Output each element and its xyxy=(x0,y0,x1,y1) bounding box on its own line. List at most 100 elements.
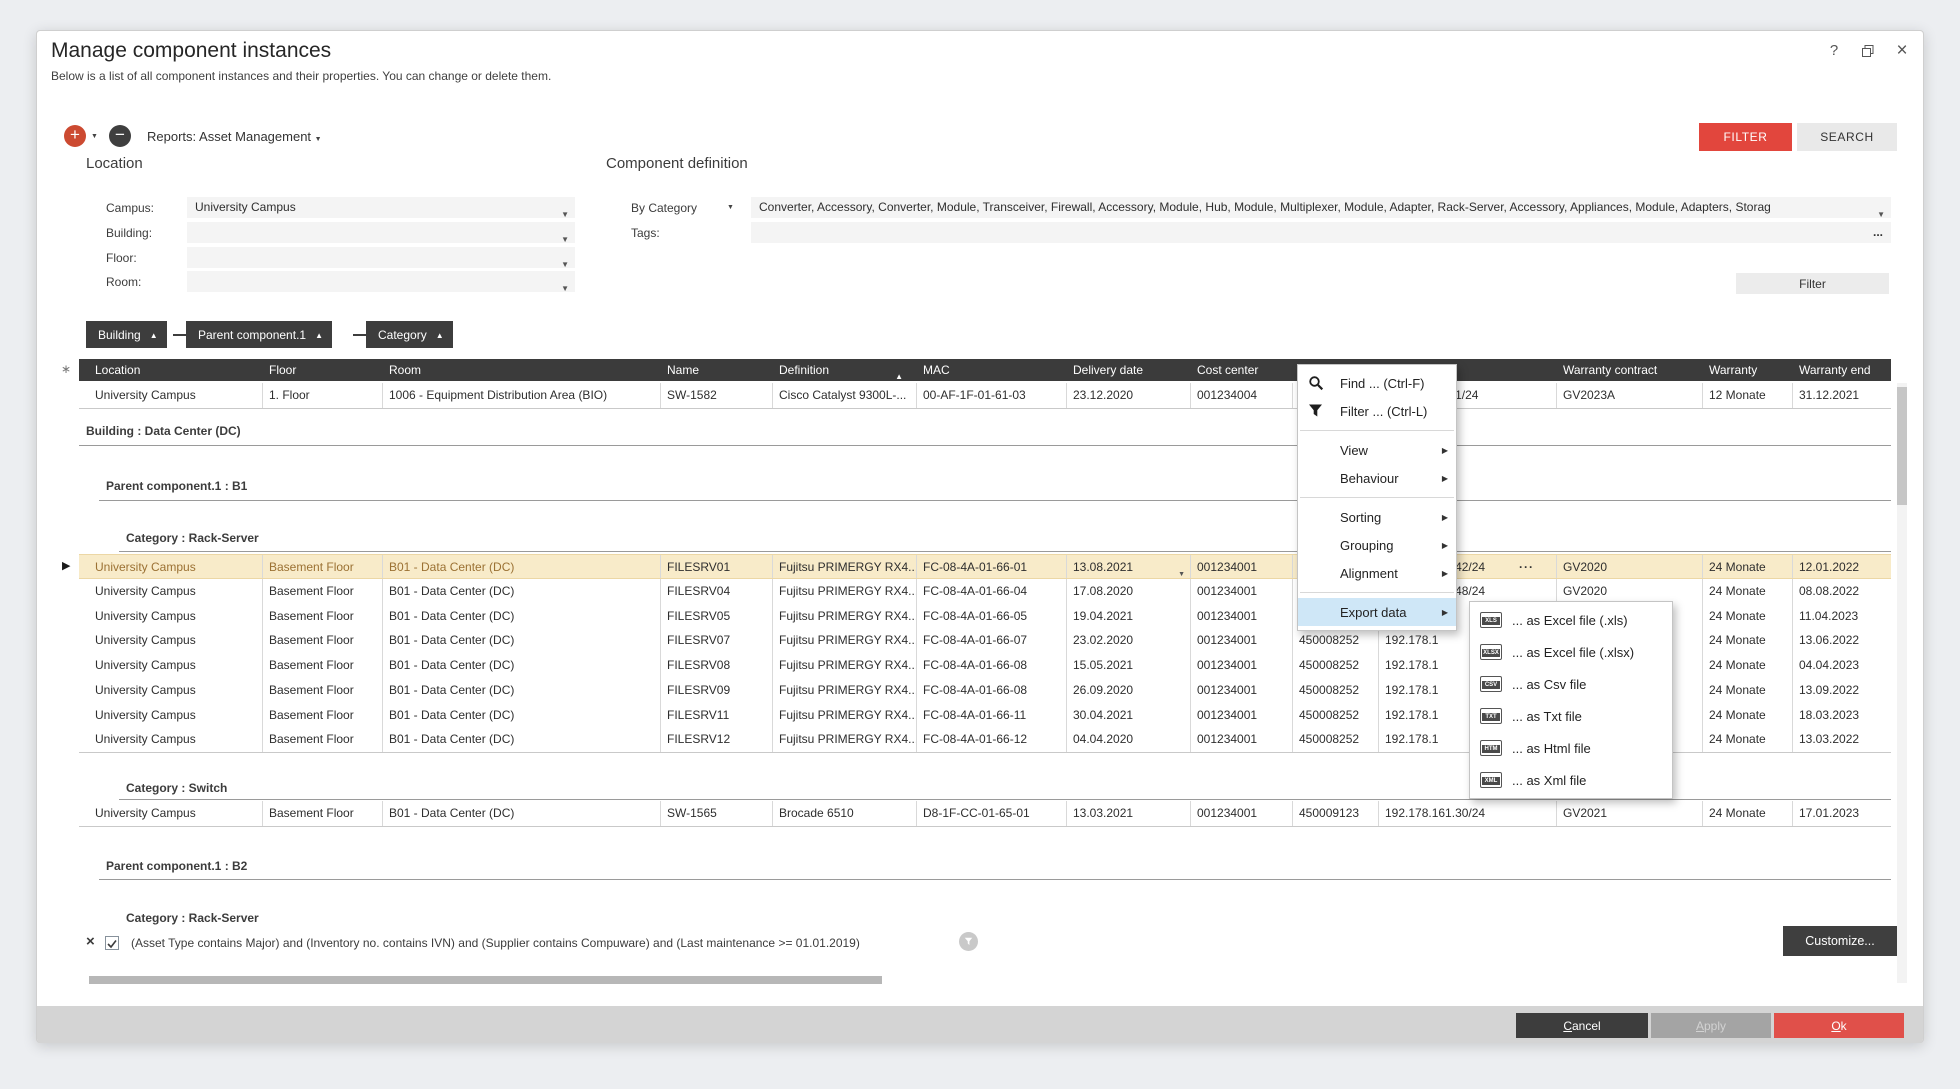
table-cell[interactable]: SW-1565 xyxy=(661,801,773,826)
column-header-location[interactable]: Location xyxy=(89,359,263,381)
table-cell[interactable]: University Campus xyxy=(89,628,263,653)
table-cell[interactable]: FC-08-4A-01-66-07 xyxy=(917,628,1067,653)
table-cell[interactable]: D8-1F-CC-01-65-01 xyxy=(917,801,1067,826)
table-cell[interactable]: 26.09.2020 xyxy=(1067,678,1191,703)
context-menu-item-find-ctrl-f[interactable]: Find ... (Ctrl-F) xyxy=(1298,369,1456,397)
context-menu-item-sorting[interactable]: Sorting▶ xyxy=(1298,503,1456,531)
table-cell[interactable]: Brocade 6510 xyxy=(773,801,917,826)
table-cell[interactable]: 17.08.2020 xyxy=(1067,579,1191,604)
table-cell[interactable]: FILESRV12 xyxy=(661,727,773,752)
table-cell[interactable]: 24 Monate xyxy=(1703,678,1793,703)
column-header-floor[interactable]: Floor xyxy=(263,359,383,381)
table-cell[interactable]: 24 Monate xyxy=(1703,579,1793,604)
table-cell[interactable]: Fujitsu PRIMERGY RX4... xyxy=(773,555,917,578)
table-cell[interactable]: Basement Floor xyxy=(263,678,383,703)
table-cell[interactable]: SW-1582 xyxy=(661,383,773,408)
table-cell[interactable]: Basement Floor xyxy=(263,579,383,604)
table-row[interactable]: University CampusBasement FloorB01 - Dat… xyxy=(79,554,1891,579)
table-cell[interactable]: University Campus xyxy=(89,653,263,678)
table-cell[interactable]: FC-08-4A-01-66-08 xyxy=(917,678,1067,703)
table-cell[interactable]: 13.06.2022 xyxy=(1793,628,1891,653)
table-cell[interactable]: B01 - Data Center (DC) xyxy=(383,703,661,728)
export-menu-item-xml[interactable]: XML... as Xml file xyxy=(1470,764,1672,796)
table-cell[interactable]: University Campus xyxy=(89,678,263,703)
context-menu-item-behaviour[interactable]: Behaviour▶ xyxy=(1298,464,1456,492)
table-cell[interactable]: B01 - Data Center (DC) xyxy=(383,801,661,826)
table-cell[interactable]: FILESRV11 xyxy=(661,703,773,728)
column-header-warranty-contract[interactable]: Warranty contract xyxy=(1557,359,1703,381)
table-cell[interactable]: B01 - Data Center (DC) xyxy=(383,604,661,629)
table-cell[interactable]: 15.05.2021 xyxy=(1067,653,1191,678)
context-menu-item-export-data[interactable]: Export data▶ xyxy=(1298,598,1456,626)
table-cell[interactable]: Fujitsu PRIMERGY RX4... xyxy=(773,678,917,703)
table-cell[interactable]: B01 - Data Center (DC) xyxy=(383,628,661,653)
table-row[interactable]: University Campus1. Floor1006 - Equipmen… xyxy=(79,383,1891,408)
table-cell[interactable]: 1. Floor xyxy=(263,383,383,408)
table-cell[interactable]: GV2023A xyxy=(1557,383,1703,408)
table-cell[interactable]: B01 - Data Center (DC) xyxy=(383,579,661,604)
table-cell[interactable]: Fujitsu PRIMERGY RX4... xyxy=(773,727,917,752)
table-cell[interactable]: 12 Monate xyxy=(1703,383,1793,408)
table-cell[interactable]: University Campus xyxy=(89,579,263,604)
table-cell[interactable]: Cisco Catalyst 9300L-... xyxy=(773,383,917,408)
table-cell[interactable]: 001234001 xyxy=(1191,653,1293,678)
table-cell[interactable]: 24 Monate xyxy=(1703,801,1793,826)
table-cell[interactable]: 001234001 xyxy=(1191,801,1293,826)
table-cell[interactable]: 13.09.2022 xyxy=(1793,678,1891,703)
table-cell[interactable]: 450008252 xyxy=(1293,703,1379,728)
table-cell[interactable]: 001234001 xyxy=(1191,678,1293,703)
table-cell[interactable]: FC-08-4A-01-66-04 xyxy=(917,579,1067,604)
table-cell[interactable]: 13.03.2021 xyxy=(1067,801,1191,826)
table-cell[interactable]: University Campus xyxy=(89,727,263,752)
table-cell[interactable]: 001234001 xyxy=(1191,727,1293,752)
table-cell[interactable]: Fujitsu PRIMERGY RX4... xyxy=(773,604,917,629)
table-cell[interactable]: GV2021 xyxy=(1557,801,1703,826)
table-cell[interactable]: 00-AF-1F-01-61-03 xyxy=(917,383,1067,408)
column-header-room[interactable]: Room xyxy=(383,359,661,381)
table-cell[interactable]: University Campus xyxy=(89,555,263,578)
table-cell[interactable]: University Campus xyxy=(89,383,263,408)
table-cell[interactable]: FILESRV08 xyxy=(661,653,773,678)
export-menu-item-xlsx[interactable]: XLSX... as Excel file (.xlsx) xyxy=(1470,636,1672,668)
table-cell[interactable]: 19.04.2021 xyxy=(1067,604,1191,629)
table-cell[interactable]: FC-08-4A-01-66-12 xyxy=(917,727,1067,752)
table-cell[interactable]: FC-08-4A-01-66-08 xyxy=(917,653,1067,678)
table-cell[interactable]: 24 Monate xyxy=(1703,703,1793,728)
column-header-warranty[interactable]: Warranty xyxy=(1703,359,1793,381)
table-cell[interactable]: FC-08-4A-01-66-05 xyxy=(917,604,1067,629)
table-cell[interactable]: 12.01.2022 xyxy=(1793,555,1891,578)
ellipsis-icon[interactable]: ··· xyxy=(1519,555,1534,578)
table-cell[interactable]: University Campus xyxy=(89,604,263,629)
table-cell[interactable]: 001234001 xyxy=(1191,628,1293,653)
table-cell[interactable]: B01 - Data Center (DC) xyxy=(383,678,661,703)
table-cell[interactable]: 001234001 xyxy=(1191,579,1293,604)
table-cell[interactable]: 24 Monate xyxy=(1703,727,1793,752)
table-row[interactable]: University CampusBasement FloorB01 - Dat… xyxy=(79,801,1891,826)
table-cell[interactable]: 04.04.2020 xyxy=(1067,727,1191,752)
table-cell[interactable]: 23.12.2020 xyxy=(1067,383,1191,408)
table-cell[interactable]: University Campus xyxy=(89,801,263,826)
table-cell[interactable]: 31.12.2021 xyxy=(1793,383,1891,408)
column-header-warranty-end[interactable]: Warranty end xyxy=(1793,359,1891,381)
table-cell[interactable]: FC-08-4A-01-66-11 xyxy=(917,703,1067,728)
column-header-mac[interactable]: MAC xyxy=(917,359,1067,381)
table-cell[interactable]: Fujitsu PRIMERGY RX4... xyxy=(773,579,917,604)
context-menu-item-view[interactable]: View▶ xyxy=(1298,436,1456,464)
table-cell[interactable]: 13.08.2021▼ xyxy=(1067,555,1191,578)
table-cell[interactable]: 24 Monate xyxy=(1703,653,1793,678)
table-cell[interactable]: 04.04.2023 xyxy=(1793,653,1891,678)
table-cell[interactable]: FILESRV05 xyxy=(661,604,773,629)
table-cell[interactable]: FILESRV01 xyxy=(661,555,773,578)
table-cell[interactable]: 001234001 xyxy=(1191,555,1293,578)
table-cell[interactable]: 24 Monate xyxy=(1703,555,1793,578)
table-cell[interactable]: 001234004 xyxy=(1191,383,1293,408)
table-cell[interactable]: 24 Monate xyxy=(1703,628,1793,653)
table-cell[interactable]: 08.08.2022 xyxy=(1793,579,1891,604)
table-cell[interactable]: B01 - Data Center (DC) xyxy=(383,555,661,578)
table-cell[interactable]: 450009123 xyxy=(1293,801,1379,826)
table-cell[interactable]: 17.01.2023 xyxy=(1793,801,1891,826)
table-cell[interactable]: FILESRV09 xyxy=(661,678,773,703)
table-cell[interactable]: GV2020 xyxy=(1557,555,1703,578)
table-cell[interactable]: 192.178.161.30/24 xyxy=(1379,801,1557,826)
table-cell[interactable]: GV2020 xyxy=(1557,579,1703,604)
